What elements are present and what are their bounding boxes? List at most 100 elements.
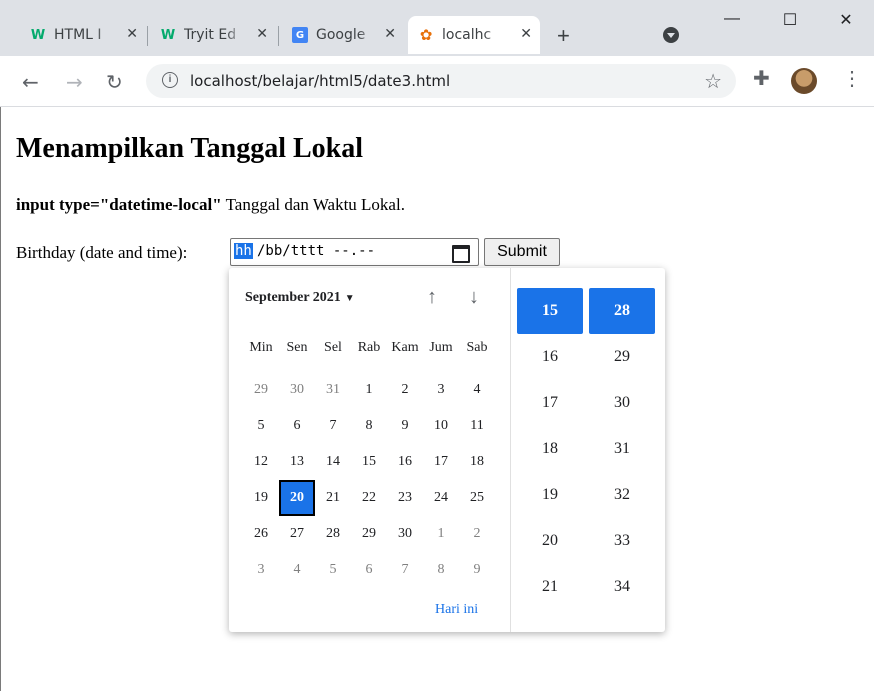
tab-title: HTML I [54, 27, 102, 43]
date-segment-rest[interactable]: /bb/tttt --.-- [257, 243, 375, 259]
calendar-day[interactable]: 4 [279, 552, 315, 588]
selected-hour[interactable]: 15 [517, 288, 583, 334]
calendar-day[interactable]: 6 [351, 552, 387, 588]
calendar-day[interactable]: 29 [351, 516, 387, 552]
hour-option[interactable]: 16 [517, 334, 583, 380]
calendar-day[interactable]: 6 [279, 408, 315, 444]
arrow-down-icon[interactable]: ↓ [469, 286, 479, 309]
calendar-day[interactable]: 26 [243, 516, 279, 552]
calendar-day[interactable]: 18 [459, 444, 495, 480]
arrow-up-icon[interactable]: ↑ [427, 286, 437, 309]
minute-option[interactable]: 31 [589, 426, 655, 472]
weekday-header: Min [249, 340, 273, 355]
calendar-day[interactable]: 22 [351, 480, 387, 516]
extensions-puzzle-icon[interactable]: ✚ [753, 66, 770, 91]
calendar-day[interactable]: 30 [387, 516, 423, 552]
tab-localhost[interactable]: ✿ localhc ✕ [408, 16, 540, 54]
new-tab-icon[interactable]: + [557, 23, 570, 49]
calendar-day[interactable]: 8 [423, 552, 459, 588]
hour-column: 15 16 17 18 19 20 21 [517, 288, 583, 610]
weekday-header: Rab [357, 340, 381, 355]
localhost-icon: ✿ [419, 26, 433, 44]
hour-option[interactable]: 19 [517, 472, 583, 518]
address-bar[interactable]: i localhost/belajar/html5/date3.html ☆ [146, 64, 736, 98]
maximize-icon[interactable]: ☐ [778, 10, 802, 30]
today-button[interactable]: Hari ini [435, 602, 478, 618]
calendar-day[interactable]: 3 [243, 552, 279, 588]
hour-option[interactable]: 18 [517, 426, 583, 472]
hour-option[interactable]: 21 [517, 564, 583, 610]
calendar-day[interactable]: 16 [387, 444, 423, 480]
tab-search-icon[interactable] [663, 27, 679, 43]
calendar-day[interactable]: 17 [423, 444, 459, 480]
calendar-day[interactable]: 7 [315, 408, 351, 444]
window-close-icon[interactable]: ✕ [834, 10, 858, 30]
close-icon[interactable]: ✕ [384, 26, 396, 42]
calendar-day[interactable]: 8 [351, 408, 387, 444]
calendar-day[interactable]: 5 [315, 552, 351, 588]
calendar-day[interactable]: 11 [459, 408, 495, 444]
tab-tryit[interactable]: W Tryit Ed ✕ [150, 16, 276, 54]
calendar-day[interactable]: 25 [459, 480, 495, 516]
birthday-label: Birthday (date and time): [16, 243, 188, 262]
selected-day[interactable]: 20 [279, 480, 315, 516]
tab-title: Tryit Ed [184, 27, 237, 43]
calendar-day[interactable]: 2 [387, 372, 423, 408]
weekday-header: Kam [391, 340, 419, 355]
calendar-day[interactable]: 2 [459, 516, 495, 552]
calendar-day[interactable]: 3 [423, 372, 459, 408]
calendar-day[interactable]: 19 [243, 480, 279, 516]
calendar-day[interactable]: 21 [315, 480, 351, 516]
calendar-day[interactable]: 30 [279, 372, 315, 408]
reload-icon[interactable]: ↻ [106, 70, 123, 94]
close-icon[interactable]: ✕ [126, 26, 138, 42]
bookmark-star-icon[interactable]: ☆ [704, 69, 722, 94]
url-text[interactable]: localhost/belajar/html5/date3.html [190, 72, 450, 90]
calendar-day[interactable]: 13 [279, 444, 315, 480]
month-year-selector[interactable]: September 2021 ▼ [245, 290, 355, 306]
minute-option[interactable]: 30 [589, 380, 655, 426]
date-segment-day[interactable]: hh [234, 243, 253, 259]
minute-option[interactable]: 33 [589, 518, 655, 564]
calendar-day[interactable]: 1 [423, 516, 459, 552]
minute-option[interactable]: 29 [589, 334, 655, 380]
datetime-local-input[interactable]: hh /bb/tttt --.-- [230, 238, 479, 266]
calendar-day[interactable]: 29 [243, 372, 279, 408]
calendar-day[interactable]: 1 [351, 372, 387, 408]
calendar-day[interactable]: 23 [387, 480, 423, 516]
calendar-day[interactable]: 15 [351, 444, 387, 480]
page-content: Menampilkan Tanggal Lokal input type="da… [0, 107, 874, 691]
w3-icon: W [30, 27, 46, 43]
minute-option[interactable]: 32 [589, 472, 655, 518]
close-icon[interactable]: ✕ [520, 26, 532, 42]
calendar-day[interactable]: 4 [459, 372, 495, 408]
calendar-day[interactable]: 14 [315, 444, 351, 480]
calendar-day[interactable]: 9 [459, 552, 495, 588]
calendar-day[interactable]: 9 [387, 408, 423, 444]
weekday-header: Jum [429, 340, 453, 355]
forward-icon[interactable]: → [66, 70, 83, 94]
calendar-icon[interactable] [452, 245, 470, 263]
calendar-day[interactable]: 10 [423, 408, 459, 444]
submit-button[interactable]: Submit [484, 238, 560, 266]
hour-option[interactable]: 17 [517, 380, 583, 426]
calendar-day[interactable]: 31 [315, 372, 351, 408]
avatar[interactable] [791, 68, 817, 94]
minute-option[interactable]: 34 [589, 564, 655, 610]
calendar-day[interactable]: 5 [243, 408, 279, 444]
close-icon[interactable]: ✕ [256, 26, 268, 42]
selected-minute[interactable]: 28 [589, 288, 655, 334]
tab-google[interactable]: G Google ✕ [282, 16, 404, 54]
back-icon[interactable]: ← [22, 70, 39, 94]
menu-kebab-icon[interactable]: ⋮ [842, 66, 862, 91]
weekday-header: Sab [466, 340, 488, 355]
calendar-day[interactable]: 12 [243, 444, 279, 480]
tab-html[interactable]: W HTML I ✕ [20, 16, 146, 54]
calendar-day[interactable]: 24 [423, 480, 459, 516]
minimize-icon[interactable]: — [720, 10, 744, 28]
info-icon[interactable]: i [162, 72, 178, 88]
calendar-day[interactable]: 28 [315, 516, 351, 552]
hour-option[interactable]: 20 [517, 518, 583, 564]
calendar-day[interactable]: 7 [387, 552, 423, 588]
calendar-day[interactable]: 27 [279, 516, 315, 552]
